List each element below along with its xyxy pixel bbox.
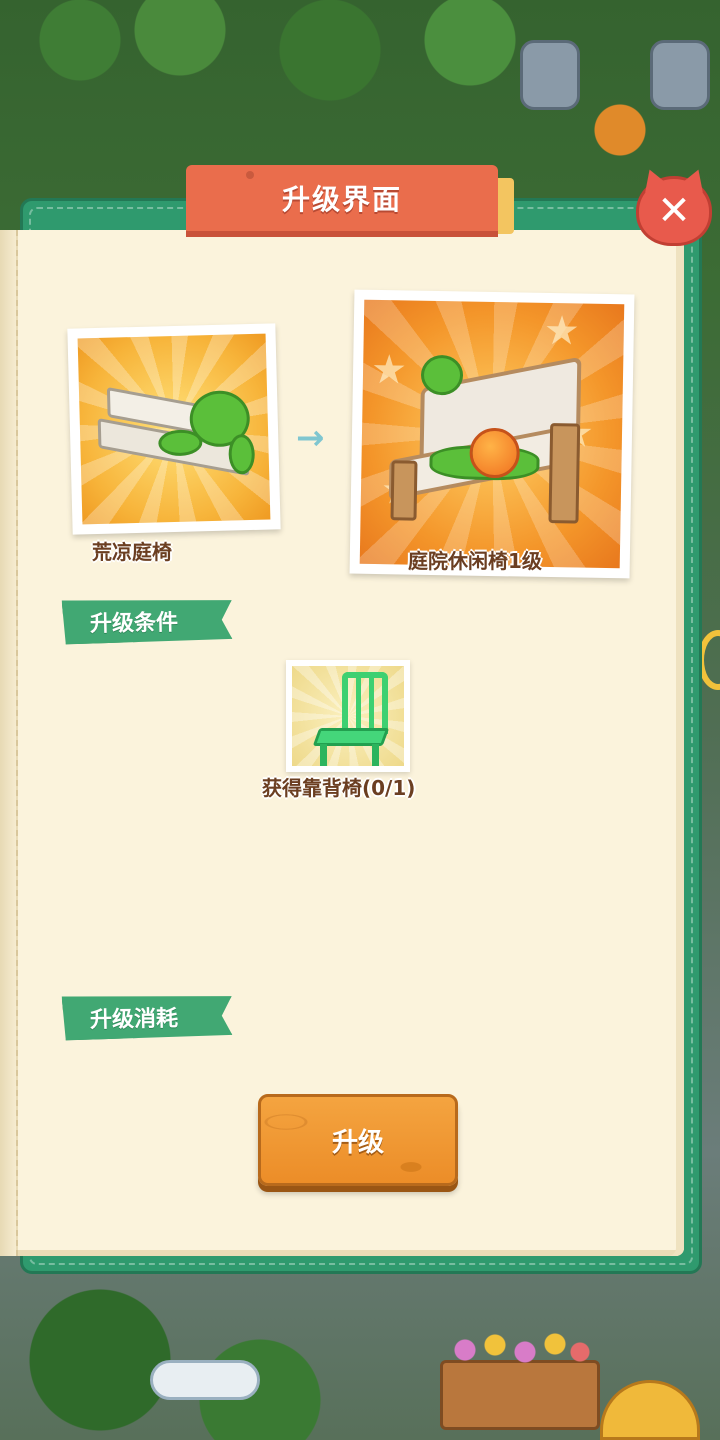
green-chair-icon: [292, 666, 404, 766]
wooden-bench-icon: [378, 354, 603, 534]
current-item-name: 荒凉庭椅: [92, 540, 172, 564]
conditions-heading: 升级条件: [62, 598, 233, 645]
cost-heading: 升级消耗: [62, 994, 233, 1041]
flower-planter: [440, 1360, 600, 1430]
robot-decoration: [520, 40, 580, 110]
requirement-card[interactable]: [286, 660, 410, 772]
paper-spine: [0, 230, 18, 1256]
panel-title: 升级界面: [186, 165, 498, 237]
stone-bench-icon: [97, 386, 256, 478]
upgrade-arrow-icon: →: [296, 418, 324, 458]
robot-decoration: [650, 40, 710, 110]
requirement-label: 获得靠背椅(0/1): [262, 776, 416, 800]
next-item-name: 庭院休闲椅1级: [408, 549, 542, 573]
close-button[interactable]: ✕: [636, 176, 712, 246]
close-icon: ✕: [657, 188, 691, 234]
next-item-card: ★ ★ ★ ★: [349, 289, 635, 579]
flowers: [450, 1330, 590, 1370]
current-item-card: [67, 323, 281, 535]
upgrade-button[interactable]: 升级: [258, 1094, 458, 1186]
plane-decoration: [150, 1360, 260, 1400]
